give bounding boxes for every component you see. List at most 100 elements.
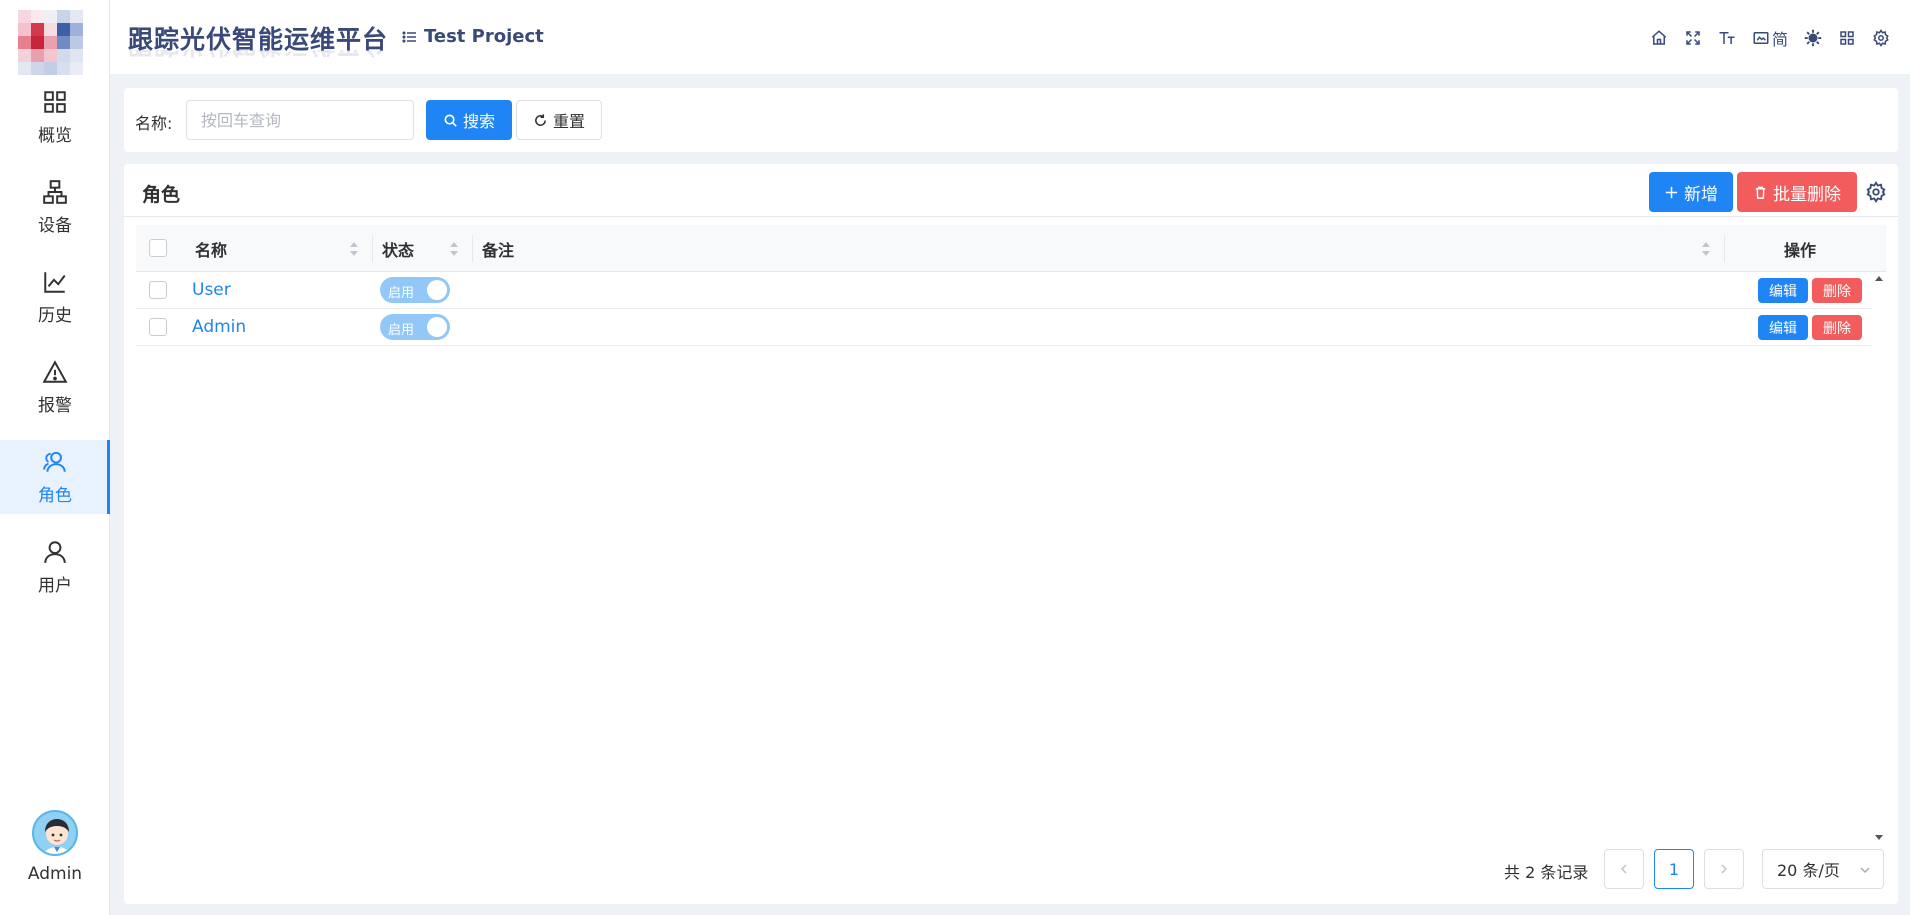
settings-icon [1873, 29, 1889, 47]
chevron-right-icon [1721, 864, 1728, 874]
scroll-down-arrow[interactable] [1875, 835, 1883, 840]
delete-button[interactable]: 删除 [1812, 278, 1862, 303]
status-toggle[interactable]: 启用 [380, 277, 450, 303]
trash-icon [1755, 186, 1766, 199]
add-button-label: 新增 [1684, 184, 1718, 205]
batch-delete-button[interactable]: 批量删除 [1737, 172, 1857, 212]
scroll-up-arrow[interactable] [1875, 276, 1883, 281]
delete-button[interactable]: 删除 [1812, 315, 1862, 340]
column-header-name[interactable]: 名称 [195, 225, 227, 272]
user-name: Admin [27, 864, 83, 884]
column-divider [472, 235, 473, 262]
column-divider [372, 235, 373, 262]
column-header-actions: 操作 [1784, 240, 1817, 260]
row-checkbox[interactable] [149, 281, 167, 299]
prev-page-button[interactable] [1604, 849, 1644, 889]
fullscreen-icon [1686, 31, 1700, 45]
divider [124, 216, 1898, 217]
plus-icon [1665, 186, 1678, 198]
sidebar-item-label: 概览 [38, 125, 72, 146]
table-row: User 启用 编辑 删除 [136, 272, 1872, 309]
device-tree-icon [43, 179, 67, 204]
sidebar-nav: 概览 设备 历史 报警 角色 用户 [0, 80, 110, 620]
language-button[interactable]: 简 [1752, 26, 1788, 50]
sidebar-item-history[interactable]: 历史 [0, 260, 110, 334]
roles-icon [43, 451, 66, 472]
sort-icon[interactable] [1702, 242, 1710, 256]
edit-button[interactable]: 编辑 [1758, 315, 1808, 340]
font-size-icon [1719, 32, 1735, 44]
column-header-remark[interactable]: 备注 [482, 225, 514, 272]
font-size-button[interactable] [1718, 29, 1736, 47]
page-title: 角色 [142, 184, 181, 206]
top-header: 跟踪光伏智能运维平台 跟踪光伏智能运维平台 Test Project 简 [110, 0, 1910, 74]
theme-button[interactable] [1804, 29, 1822, 47]
role-name-link[interactable]: Admin [192, 317, 246, 337]
toggle-knob [427, 317, 447, 337]
add-role-button[interactable]: 新增 [1649, 172, 1733, 212]
batch-delete-label: 批量删除 [1773, 184, 1841, 205]
sidebar-item-alarms[interactable]: 报警 [0, 350, 110, 424]
edit-button[interactable]: 编辑 [1758, 278, 1808, 303]
total-records: 共 2 条记录 [1504, 863, 1589, 882]
home-button[interactable] [1650, 29, 1668, 47]
page-number-button[interactable]: 1 [1654, 849, 1694, 889]
toggle-knob [427, 280, 447, 300]
search-button[interactable]: 搜索 [426, 100, 512, 140]
user-icon [44, 540, 66, 563]
sidebar-item-users[interactable]: 用户 [0, 530, 110, 604]
column-header-status[interactable]: 状态 [382, 225, 414, 272]
role-name-link[interactable]: User [192, 280, 231, 300]
language-label: 简 [1771, 30, 1788, 49]
row-checkbox[interactable] [149, 318, 167, 336]
theme-icon [1804, 29, 1822, 47]
reset-button-label: 重置 [552, 112, 585, 131]
line-chart-icon [44, 271, 66, 293]
layout-icon [1840, 31, 1854, 45]
header-toolbar: 简 [1650, 26, 1890, 50]
chevron-left-icon [1620, 864, 1627, 874]
list-icon [402, 30, 416, 43]
app-title-reflection: 跟踪光伏智能运维平台 [128, 50, 388, 64]
home-icon [1651, 30, 1667, 45]
user-menu[interactable]: Admin [0, 810, 110, 884]
sort-icon[interactable] [350, 242, 358, 256]
sidebar-item-overview[interactable]: 概览 [0, 80, 110, 154]
status-toggle-label: 启用 [388, 286, 415, 301]
reset-button[interactable]: 重置 [516, 100, 602, 140]
table-row: Admin 启用 编辑 删除 [136, 309, 1872, 346]
page-size-value: 20 条/页 [1777, 861, 1840, 880]
column-divider [1724, 235, 1725, 262]
sidebar-item-roles[interactable]: 角色 [0, 440, 110, 514]
project-selector[interactable]: Test Project [402, 26, 544, 47]
name-search-input[interactable] [186, 100, 414, 140]
layout-button[interactable] [1838, 29, 1856, 47]
roles-table-panel: 角色 新增 批量删除 名称 状态 备注 操作 User 启用 编辑 删除 Adm… [124, 164, 1898, 904]
refresh-icon [535, 113, 546, 126]
status-toggle-label: 启用 [388, 323, 415, 338]
sidebar-item-label: 历史 [38, 305, 72, 326]
search-label: 名称: [135, 114, 173, 133]
fullscreen-button[interactable] [1684, 29, 1702, 47]
sidebar-item-label: 设备 [38, 215, 72, 236]
dashboard-grid-icon [44, 90, 66, 113]
sort-icon[interactable] [450, 242, 458, 256]
page-size-select[interactable]: 20 条/页 [1762, 849, 1884, 889]
sidebar-item-label: 角色 [38, 485, 72, 506]
alert-triangle-icon [42, 359, 68, 383]
sidebar: 概览 设备 历史 报警 角色 用户 Admin [0, 0, 110, 915]
table-header: 名称 状态 备注 操作 [136, 225, 1886, 272]
search-panel: 名称: 搜索 重置 [124, 88, 1898, 152]
select-all-checkbox[interactable] [149, 239, 167, 257]
app-logo [18, 10, 96, 75]
sidebar-item-label: 报警 [38, 395, 72, 416]
next-page-button[interactable] [1704, 849, 1744, 889]
chevron-down-icon [1860, 867, 1870, 874]
column-settings-icon[interactable] [1865, 181, 1887, 203]
status-toggle[interactable]: 启用 [380, 314, 450, 340]
settings-button[interactable] [1872, 29, 1890, 47]
sidebar-item-devices[interactable]: 设备 [0, 170, 110, 244]
language-icon [1753, 32, 1769, 44]
avatar-face-icon [43, 819, 71, 854]
avatar[interactable] [32, 810, 78, 856]
